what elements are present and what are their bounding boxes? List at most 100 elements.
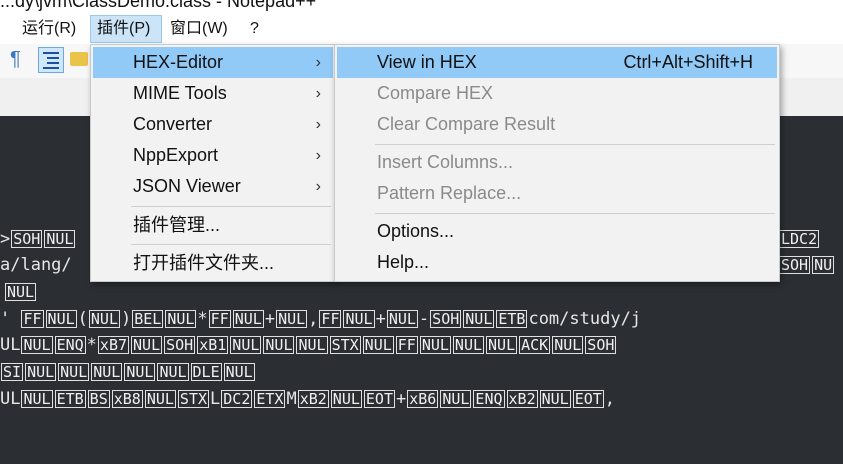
control-char-token: FF: [21, 310, 44, 328]
menu-run[interactable]: 运行(R): [22, 16, 76, 42]
control-char-token: NU: [812, 256, 835, 274]
menu-window[interactable]: 窗口(W): [170, 16, 228, 42]
menu-item-insert-columns[interactable]: Insert Columns...: [337, 147, 777, 178]
title-bar: ...dy\jvm\ClassDemo.class - Notepad++: [0, 0, 843, 12]
control-char-token: NUL: [165, 310, 197, 328]
control-char-token: NUL: [296, 336, 328, 354]
control-char-token: NUL: [343, 310, 375, 328]
control-char-token: xB7: [97, 336, 130, 354]
editor-text: *: [197, 309, 208, 329]
control-char-token: FF: [319, 310, 342, 328]
control-char-token: NUL: [419, 336, 451, 354]
editor-text: ,: [308, 309, 319, 329]
menu-item-options[interactable]: Options...: [337, 216, 777, 247]
editor-text: com/study/j: [528, 309, 642, 329]
control-char-token: ENQ: [54, 336, 86, 354]
control-char-token: BEL: [132, 310, 164, 328]
menu-bar: 运行(R) 插件(P) 窗口(W) ?: [0, 12, 843, 44]
menu-item-view-in-hex[interactable]: View in HEX Ctrl+Alt+Shift+H: [337, 47, 777, 78]
control-char-token: EOT: [363, 390, 395, 408]
menu-item-plugin-admin[interactable]: 插件管理...: [93, 210, 333, 241]
menu-item-mime-tools[interactable]: MIME Tools ›: [93, 78, 333, 109]
control-char-token: NUL: [276, 310, 308, 328]
control-char-token: NUL: [552, 336, 584, 354]
control-char-token: xB2: [506, 390, 538, 408]
control-char-token: STX: [177, 390, 210, 408]
menu-item-converter[interactable]: Converter ›: [93, 109, 333, 140]
control-char-token: NUL: [157, 363, 189, 381]
editor-line-4: ' FF NUL(NUL) BEL NUL * FF NUL + NUL, FF NUL + NUL - S…: [0, 309, 642, 329]
editor-text: +: [264, 309, 276, 329]
editor-line-1: > SOH NUL: [0, 229, 76, 249]
menu-item-hex-editor[interactable]: HEX-Editor ›: [93, 47, 333, 78]
editor-line-2-right: SOH NU: [778, 254, 835, 276]
shortcut-label: Ctrl+Alt+Shift+H: [623, 52, 753, 72]
editor-text: a/lang/: [0, 255, 72, 275]
control-char-token: xB8: [111, 390, 143, 408]
control-char-token: NUL: [330, 390, 362, 408]
editor-text: *: [86, 335, 97, 355]
control-char-token: STX: [329, 336, 361, 354]
control-char-token: NUL: [386, 310, 418, 328]
menu-item-label: Converter: [133, 114, 213, 134]
menu-item-label: View in HEX: [377, 52, 477, 72]
editor-text: +: [375, 309, 386, 329]
indent-guide-icon[interactable]: [38, 47, 64, 73]
control-char-token: DLE: [190, 363, 222, 381]
editor-text: M: [286, 389, 297, 409]
menu-separator: [131, 244, 331, 245]
window-title: ...dy\jvm\ClassDemo.class - Notepad++: [0, 0, 317, 11]
menu-item-compare-hex[interactable]: Compare HEX: [337, 78, 777, 109]
control-char-token: NUL: [124, 363, 156, 381]
control-char-token: ACK: [519, 336, 551, 354]
chevron-right-icon: ›: [315, 178, 321, 195]
control-char-token: xB6: [407, 390, 439, 408]
control-char-token: NUL: [232, 310, 264, 328]
menu-help[interactable]: ?: [250, 16, 259, 42]
control-char-token: FF: [208, 310, 231, 328]
control-char-token: DC2: [221, 390, 253, 408]
folder-icon[interactable]: [70, 52, 88, 66]
menu-item-open-plugins-folder[interactable]: 打开插件文件夹...: [93, 248, 333, 279]
menu-item-label: HEX-Editor: [133, 52, 224, 72]
control-char-token: NUL: [144, 390, 176, 408]
menu-item-json-viewer[interactable]: JSON Viewer ›: [93, 171, 333, 202]
editor-line-7: UL NUL ETB BS xB8 NUL STX L DC2 ETX MxB2 NUL EOT + xB6…: [0, 388, 615, 410]
menu-item-help[interactable]: Help...: [337, 247, 777, 278]
menu-separator: [375, 213, 775, 214]
editor-text: ): [120, 309, 132, 329]
control-char-token: EOT: [572, 390, 604, 408]
control-char-token: NUL: [362, 336, 394, 354]
control-char-token: SOH: [779, 256, 811, 274]
control-char-token: NUL: [21, 390, 53, 408]
menu-item-clear-compare-result[interactable]: Clear Compare Result: [337, 109, 777, 140]
control-char-token: NUL: [452, 336, 485, 354]
menu-separator: [131, 206, 331, 207]
editor-text: +: [395, 389, 407, 409]
editor-line-5: UL NUL ENQ * xB7 NUL SOH xB1 NUL NUL NUL STX NUL FF NU…: [0, 334, 617, 356]
control-char-token: NUL: [58, 363, 90, 381]
control-char-token: SOH: [164, 336, 196, 354]
editor-text: (: [77, 309, 88, 329]
control-char-token: NUL: [223, 363, 255, 381]
menu-item-label: MIME Tools: [133, 83, 227, 103]
menu-item-label: 打开插件文件夹...: [133, 253, 275, 273]
editor-text: UL: [0, 389, 21, 409]
hex-editor-submenu: View in HEX Ctrl+Alt+Shift+H Compare HEX …: [334, 44, 780, 282]
pilcrow-icon[interactable]: ¶: [10, 48, 21, 71]
menu-item-label: JSON Viewer: [133, 176, 241, 196]
control-char-token: LDC2: [779, 230, 820, 248]
control-char-token: xB2: [297, 390, 329, 408]
menu-item-pattern-replace[interactable]: Pattern Replace...: [337, 178, 777, 209]
editor-text: L: [210, 389, 221, 409]
control-char-token: NUL: [463, 310, 495, 328]
control-char-token: NUL: [45, 310, 77, 328]
editor-text: UL: [0, 335, 21, 355]
menu-item-nppexport[interactable]: NppExport ›: [93, 140, 333, 171]
menu-plugins[interactable]: 插件(P): [90, 15, 162, 43]
editor-line-3: NUL: [4, 281, 37, 303]
control-char-token: ETX: [254, 390, 286, 408]
chevron-right-icon: ›: [315, 147, 321, 164]
menu-item-label: NppExport: [133, 145, 219, 165]
control-char-token: ETB: [496, 310, 528, 328]
